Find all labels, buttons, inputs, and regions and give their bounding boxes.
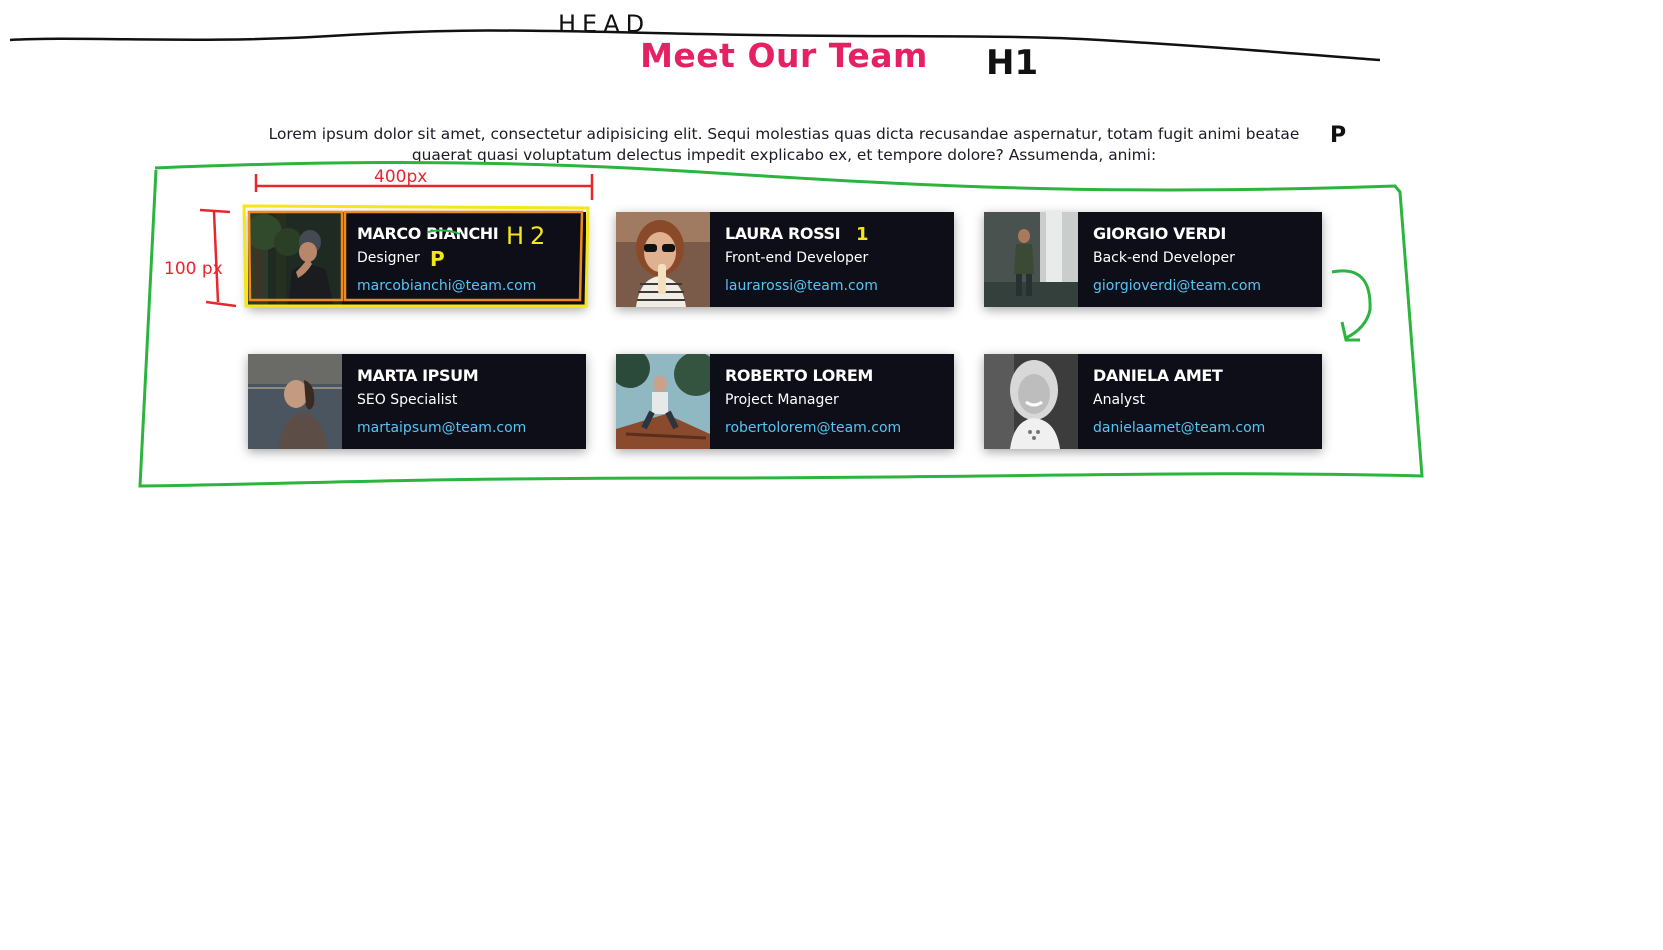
head-annotation: HEAD <box>558 10 650 38</box>
member-name: ROBERTO LOREM <box>725 366 873 385</box>
member-name: DANIELA AMET <box>1093 366 1223 385</box>
member-role: Front-end Developer <box>725 250 869 266</box>
page-title: Meet Our Team <box>640 36 928 75</box>
member-role: Back-end Developer <box>1093 250 1235 266</box>
member-role: SEO Specialist <box>357 392 458 408</box>
team-card: MARCO BIANCHI Designer marcobianchi@team… <box>248 212 586 307</box>
team-card: DANIELA AMET Analyst danielaamet@team.co… <box>984 354 1322 449</box>
team-photo <box>248 354 342 449</box>
team-card: GIORGIO VERDI Back-end Developer giorgio… <box>984 212 1322 307</box>
page: Meet Our Team Lorem ipsum dolor sit amet… <box>0 0 1663 950</box>
member-email-link[interactable]: laurarossi@team.com <box>725 278 878 294</box>
member-name: MARCO BIANCHI <box>357 224 499 243</box>
member-role: Designer <box>357 250 420 266</box>
width-annotation: 400px <box>374 167 427 187</box>
member-role: Project Manager <box>725 392 839 408</box>
member-email-link[interactable]: marcobianchi@team.com <box>357 278 536 294</box>
team-photo <box>984 354 1078 449</box>
member-email-link[interactable]: robertolorem@team.com <box>725 420 901 436</box>
arrow-marker <box>1331 269 1372 342</box>
team-photo <box>616 354 710 449</box>
team-photo <box>984 212 1078 307</box>
member-role: Analyst <box>1093 392 1145 408</box>
team-photo <box>616 212 710 307</box>
member-name: GIORGIO VERDI <box>1093 224 1226 243</box>
team-card: LAURA ROSSI Front-end Developer lauraros… <box>616 212 954 307</box>
member-email-link[interactable]: danielaamet@team.com <box>1093 420 1265 436</box>
member-email-link[interactable]: giorgioverdi@team.com <box>1093 278 1261 294</box>
intro-paragraph: Lorem ipsum dolor sit amet, consectetur … <box>268 125 1300 164</box>
member-name: MARTA IPSUM <box>357 366 479 385</box>
width-dimension-marker <box>254 174 594 200</box>
member-email-link[interactable]: martaipsum@team.com <box>357 420 526 436</box>
height-dimension-marker <box>199 208 237 308</box>
team-card: ROBERTO LOREM Project Manager robertolor… <box>616 354 954 449</box>
member-name: LAURA ROSSI <box>725 224 841 243</box>
team-photo <box>248 212 342 307</box>
height-annotation: 100 px <box>164 259 223 279</box>
p-annotation: P <box>1330 123 1346 148</box>
team-card: MARTA IPSUM SEO Specialist martaipsum@te… <box>248 354 586 449</box>
